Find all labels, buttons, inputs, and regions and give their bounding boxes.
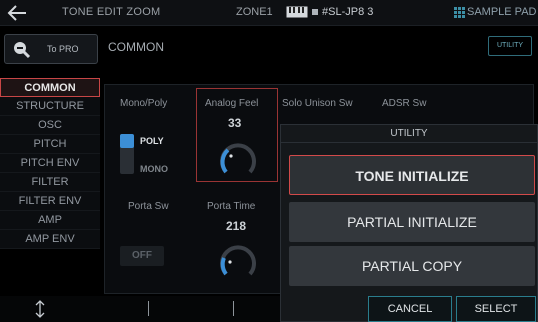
analog-feel-label: Analog Feel xyxy=(205,98,259,109)
nav-item-common[interactable]: COMMON xyxy=(0,78,100,97)
porta-sw-toggle[interactable]: OFF xyxy=(120,246,164,266)
to-pro-button[interactable]: To PRO xyxy=(4,34,98,64)
keyboard-icon xyxy=(286,6,308,18)
solo-unison-sw-label: Solo Unison Sw xyxy=(282,98,353,109)
adsr-sw-label: ADSR Sw xyxy=(382,98,427,109)
nav-item-structure[interactable]: STRUCTURE xyxy=(0,97,100,116)
analog-feel-knob[interactable] xyxy=(218,140,258,180)
dialog-title: UTILITY xyxy=(281,125,537,143)
nav-item-filter[interactable]: FILTER xyxy=(0,173,100,192)
analog-feel-value: 33 xyxy=(228,116,242,130)
divider xyxy=(233,301,234,316)
partial-copy-button[interactable]: PARTIAL COPY xyxy=(289,246,535,286)
sample-pad-icon xyxy=(454,7,465,18)
nav-item-amp-env[interactable]: AMP ENV xyxy=(0,230,100,249)
divider xyxy=(148,301,149,316)
porta-time-value: 218 xyxy=(226,219,247,233)
porta-time-knob[interactable] xyxy=(218,242,258,282)
cancel-button[interactable]: CANCEL xyxy=(368,296,452,322)
to-pro-label: To PRO xyxy=(47,44,79,54)
zone-label: ZONE1 xyxy=(236,6,273,18)
back-arrow-icon[interactable] xyxy=(6,3,28,23)
up-down-arrow-icon[interactable] xyxy=(34,300,46,318)
nav-item-pitch-env[interactable]: PITCH ENV xyxy=(0,154,100,173)
zoom-out-icon xyxy=(14,42,31,59)
nav-item-osc[interactable]: OSC xyxy=(0,116,100,135)
category-nav: COMMON STRUCTURE OSC PITCH PITCH ENV FIL… xyxy=(0,78,100,249)
nav-item-pitch[interactable]: PITCH xyxy=(0,135,100,154)
tone-initialize-button[interactable]: TONE INITIALIZE xyxy=(289,155,535,195)
utility-button[interactable]: UTILITY xyxy=(488,36,532,56)
section-title: COMMON xyxy=(108,40,164,54)
top-bar: TONE EDIT ZOOM ZONE1 #SL-JP8 3 SAMPLE PA… xyxy=(0,0,538,26)
sample-pad-label[interactable]: SAMPLE PAD xyxy=(467,6,537,18)
tone-name: #SL-JP8 3 xyxy=(322,6,374,18)
screen-title: TONE EDIT ZOOM xyxy=(62,6,161,18)
poly-option[interactable]: POLY xyxy=(140,136,164,146)
nav-item-filter-env[interactable]: FILTER ENV xyxy=(0,192,100,211)
partial-initialize-button[interactable]: PARTIAL INITIALIZE xyxy=(289,202,535,242)
select-button[interactable]: SELECT xyxy=(456,296,536,322)
porta-time-label: Porta Time xyxy=(207,201,256,212)
porta-sw-label: Porta Sw xyxy=(128,201,169,212)
nav-item-amp[interactable]: AMP xyxy=(0,211,100,230)
mono-poly-label: Mono/Poly xyxy=(120,98,168,109)
mono-option[interactable]: MONO xyxy=(140,164,168,174)
mono-poly-switch-knob xyxy=(120,134,134,148)
utility-dialog: UTILITY TONE INITIALIZE PARTIAL INITIALI… xyxy=(280,124,538,322)
tone-type-icon xyxy=(312,9,318,15)
